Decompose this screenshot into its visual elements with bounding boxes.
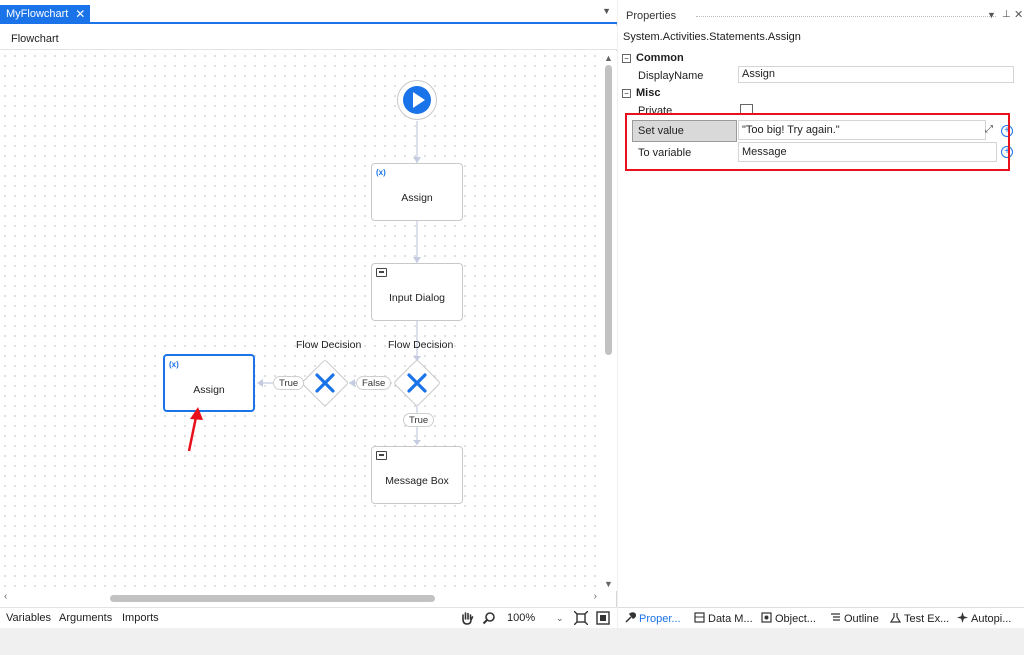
category-label: Misc [636, 87, 661, 99]
variable-icon: (x) [376, 168, 386, 177]
scroll-right-icon[interactable]: › [594, 591, 597, 602]
tab-arguments[interactable]: Arguments [59, 612, 112, 624]
collapse-icon[interactable]: − [622, 89, 631, 98]
activity-label: Assign [401, 192, 433, 204]
tab-test-explorer[interactable]: Test Ex... [890, 612, 949, 625]
vertical-scrollbar[interactable]: ▲ ▼ [601, 51, 617, 591]
fit-to-screen-icon[interactable] [574, 611, 588, 625]
tab-data-manager[interactable]: Data M... [694, 612, 753, 625]
play-icon [403, 86, 431, 114]
overview-icon[interactable] [596, 611, 610, 625]
property-label: DisplayName [638, 70, 704, 82]
tab-autopilot[interactable]: Autopi... [957, 612, 1011, 625]
tab-label: Outline [844, 613, 879, 625]
flow-decision-label: Flow Decision [388, 339, 454, 351]
assign-activity-top[interactable]: (x) Assign [371, 163, 463, 221]
display-name-field[interactable]: Assign [738, 66, 1014, 83]
tab-variables[interactable]: Variables [6, 612, 51, 624]
scroll-thumb[interactable] [110, 595, 435, 602]
message-box-activity[interactable]: Message Box [371, 446, 463, 504]
title-divider [696, 16, 996, 17]
tab-label: Object... [775, 613, 816, 625]
chevron-down-icon[interactable]: ⌄ [556, 613, 564, 624]
scroll-left-icon[interactable]: ‹ [4, 591, 7, 602]
close-icon[interactable]: ✕ [75, 5, 85, 24]
tab-properties[interactable]: Proper... [625, 612, 681, 625]
activity-label: Input Dialog [388, 292, 446, 304]
chevron-down-icon[interactable]: ▼ [987, 10, 996, 20]
category-misc[interactable]: − Misc [622, 87, 660, 99]
red-highlight-box [625, 113, 1010, 171]
sparkle-icon [957, 612, 968, 623]
scroll-up-icon[interactable]: ▲ [604, 53, 613, 63]
dialog-icon [376, 268, 387, 277]
designer-footer: Variables Arguments Imports 100% ⌄ [0, 607, 617, 628]
activity-label: Assign [193, 384, 225, 396]
tab-outline[interactable]: Outline [830, 612, 879, 625]
input-dialog-activity[interactable]: Input Dialog [371, 263, 463, 321]
flask-icon [890, 613, 901, 623]
tab-object-repository[interactable]: Object... [761, 612, 816, 625]
activity-type-name: System.Activities.Statements.Assign [623, 31, 801, 43]
assign-activity-selected[interactable]: (x) Assign [163, 354, 255, 412]
category-common[interactable]: − Common [622, 52, 684, 64]
tab-label: Data M... [708, 613, 753, 625]
properties-panel: Properties ▼ ⊥ ✕ System.Activities.State… [618, 0, 1024, 628]
tab-label: Proper... [639, 613, 681, 625]
flow-decision-icon [407, 373, 427, 393]
database-icon [694, 612, 705, 623]
true-branch-label: True [403, 413, 435, 427]
wrench-icon [625, 612, 636, 623]
connector-lines [257, 121, 421, 445]
tab-label: Autopi... [971, 613, 1012, 625]
flow-decision-icon [315, 373, 335, 393]
flowchart-designer: MyFlowchart ✕ ▼ Flowchart (x) Assign Inp… [0, 0, 617, 628]
tab-imports[interactable]: Imports [122, 612, 159, 624]
activity-label: Message Box [385, 475, 449, 487]
properties-bottom-tabs: Proper... Data M... Object... Outline Te… [618, 607, 1024, 628]
status-bar [0, 628, 1024, 655]
false-branch-label: False [356, 376, 392, 390]
tab-label: Test Ex... [904, 613, 950, 625]
close-icon[interactable]: ✕ [1014, 8, 1023, 21]
pin-icon[interactable]: ⊥ [1002, 9, 1011, 20]
chevron-down-icon[interactable]: ▼ [602, 6, 611, 16]
flow-decision-label: Flow Decision [296, 339, 362, 351]
panel-title: Properties [626, 10, 677, 22]
object-icon [761, 612, 772, 623]
start-node[interactable] [397, 80, 437, 120]
zoom-level[interactable]: 100% [507, 612, 535, 624]
zoom-icon[interactable] [482, 611, 496, 625]
scroll-down-icon[interactable]: ▼ [604, 579, 613, 589]
collapse-icon[interactable]: − [622, 54, 631, 63]
red-arrow-annotation [187, 407, 203, 452]
category-label: Common [636, 52, 684, 64]
hand-pan-icon[interactable] [460, 611, 474, 625]
document-tab-bar: MyFlowchart ✕ ▼ [0, 0, 617, 24]
horizontal-scrollbar[interactable]: ‹ › [0, 591, 601, 605]
document-tab-title: MyFlowchart [6, 8, 69, 20]
variable-icon: (x) [169, 360, 179, 369]
outline-icon [831, 613, 840, 621]
breadcrumb[interactable]: Flowchart [0, 26, 617, 50]
message-icon [376, 451, 387, 460]
scroll-thumb[interactable] [605, 65, 612, 355]
document-tab[interactable]: MyFlowchart ✕ [0, 5, 91, 24]
flowchart-canvas[interactable]: (x) Assign Input Dialog Flow Decision Fa… [0, 51, 601, 591]
true-branch-label: True [273, 376, 305, 390]
